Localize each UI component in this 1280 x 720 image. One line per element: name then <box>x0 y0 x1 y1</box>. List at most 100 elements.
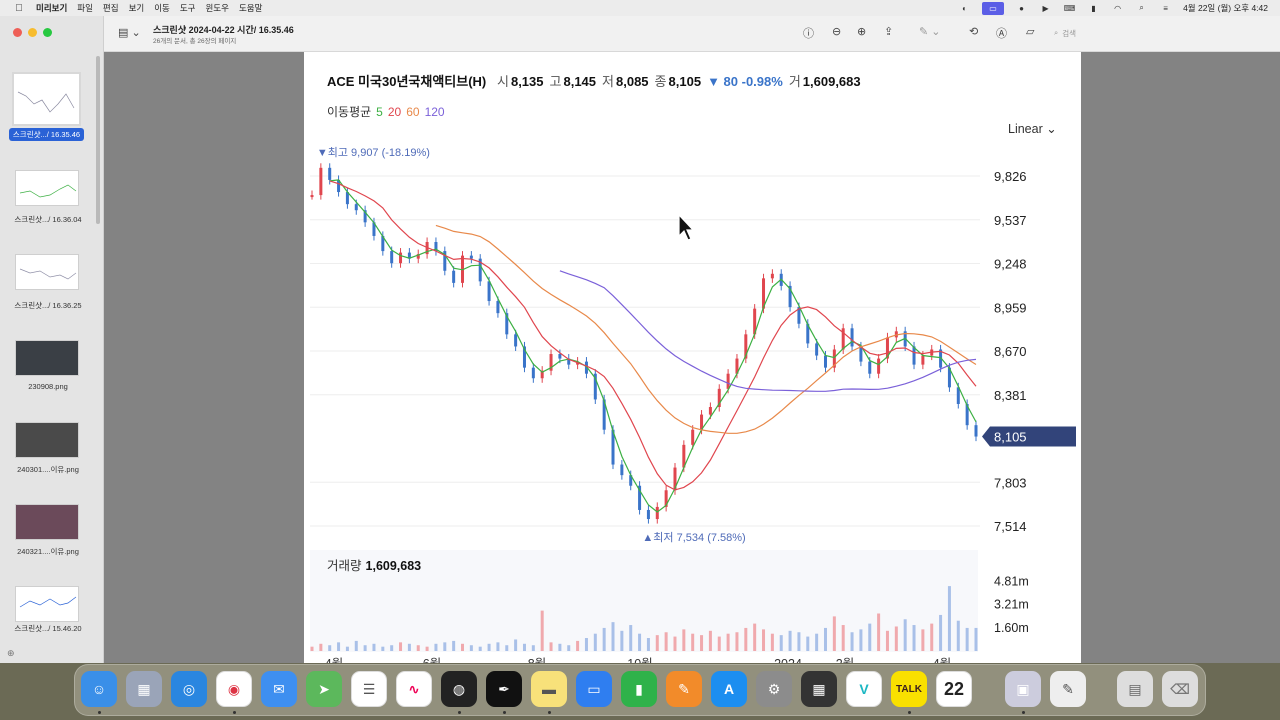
zoom-window-button[interactable] <box>43 28 52 37</box>
rotate-icon[interactable]: ⟲ <box>969 25 978 38</box>
finder-icon[interactable]: ☺ <box>81 671 117 707</box>
screen-share-icon[interactable]: ▭ <box>982 1 1005 15</box>
share-icon[interactable]: ⇪ <box>884 25 893 38</box>
zoom-out-icon[interactable]: ⊖ <box>832 25 841 38</box>
volume-bar <box>620 630 624 651</box>
menu-view[interactable]: 보기 <box>129 2 145 14</box>
volume-bar <box>885 630 889 651</box>
zoom-in-icon[interactable]: ⊕ <box>857 25 866 38</box>
notes-icon[interactable]: ▬ <box>531 671 567 707</box>
min-annotation: ▲최저 7,534 (7.58%) <box>642 531 745 544</box>
keyboard-icon[interactable]: ⌨ <box>1063 3 1076 13</box>
volume-bar <box>354 640 358 651</box>
markup-pen-icon[interactable]: ✎ ⌄ <box>919 25 941 38</box>
volume-bar <box>894 626 898 651</box>
maps-icon[interactable]: ➤ <box>306 671 342 707</box>
volume-bar <box>399 642 403 651</box>
volume-bar <box>593 633 597 651</box>
menu-edit[interactable]: 편집 <box>103 2 119 14</box>
close-window-button[interactable] <box>13 28 22 37</box>
status-app-icon[interactable]: ◐ <box>958 3 971 13</box>
obs-icon[interactable]: ◍ <box>441 671 477 707</box>
textedit-icon[interactable]: ✎ <box>1050 671 1086 707</box>
app-store-icon[interactable]: A <box>711 671 747 707</box>
open-label: 시 <box>497 74 509 89</box>
markup-toolbar-icon[interactable]: ▱ <box>1026 25 1034 38</box>
volume-bar <box>567 645 571 651</box>
low-label: 저 <box>602 74 614 89</box>
candle-body <box>921 355 925 365</box>
volume-bar <box>877 613 881 651</box>
thumbnail-image <box>15 586 79 622</box>
mail-icon[interactable]: ✉ <box>261 671 297 707</box>
numbers-icon[interactable]: ▮ <box>621 671 657 707</box>
volume-bar <box>469 645 473 651</box>
menu-window[interactable]: 윈도우 <box>205 2 228 14</box>
safari-icon[interactable]: ◎ <box>171 671 207 707</box>
search-field[interactable]: ⌕ 검색 <box>1054 26 1174 40</box>
candle-body <box>496 301 500 314</box>
thumbnail-label: 스크린샷.../ 16.35.46 <box>9 128 84 141</box>
kakaotalk-icon[interactable]: TALK <box>891 671 927 707</box>
volume-bar <box>947 586 951 651</box>
volume-bar <box>770 633 774 651</box>
sidebar-toggle-icon[interactable]: ▤ ⌄ <box>118 26 141 39</box>
menu-go[interactable]: 이동 <box>154 2 170 14</box>
volume-bar <box>522 643 526 651</box>
sidebar-scrollbar[interactable] <box>96 56 100 224</box>
menu-file[interactable]: 파일 <box>77 2 93 14</box>
app-menu[interactable]: 미리보기 <box>36 2 67 14</box>
document-subtitle: 26개의 문서, 총 26장의 페이지 <box>153 38 237 45</box>
volume-bar <box>673 636 677 651</box>
menubar-clock[interactable]: 4월 22일 (월) 오후 4:42 <box>1183 2 1268 14</box>
spotlight-icon[interactable]: ⌕ <box>1135 3 1148 13</box>
system-settings-icon[interactable]: ⚙ <box>756 671 792 707</box>
volume-bar <box>549 642 553 651</box>
vectornator-icon[interactable]: ✒ <box>486 671 522 707</box>
control-center-icon[interactable]: ≡ <box>1159 3 1172 13</box>
wifi-icon[interactable]: ◠ <box>1111 3 1124 13</box>
record-icon[interactable]: ● <box>1015 3 1028 13</box>
volume-bar <box>788 630 792 651</box>
volume-bar <box>691 633 695 651</box>
menu-tools[interactable]: 도구 <box>180 2 196 14</box>
apple-menu-icon[interactable]:  <box>12 3 26 14</box>
ma-legend-item: 20 <box>388 105 402 119</box>
minimize-window-button[interactable] <box>28 28 37 37</box>
info-icon[interactable]: ⓘ <box>803 25 814 41</box>
freeform-icon[interactable]: ∿ <box>396 671 432 707</box>
moving-average-line <box>559 270 977 392</box>
calendar-icon[interactable]: 22 <box>936 671 972 707</box>
volume-bar <box>478 646 482 651</box>
trash-icon[interactable]: ⌫ <box>1162 671 1198 707</box>
preview-app-icon[interactable]: ▣ <box>1005 671 1041 707</box>
reminders-icon[interactable]: ☰ <box>351 671 387 707</box>
pages-icon[interactable]: ✎ <box>666 671 702 707</box>
vllo-icon[interactable]: V <box>846 671 882 707</box>
candle-body <box>770 273 774 279</box>
y-tick-label: 8,381 <box>994 388 1027 403</box>
volume-bar <box>407 643 411 651</box>
thumbnail-label: 스크린샷.../ 16.36.04 <box>14 215 82 224</box>
menu-help[interactable]: 도움말 <box>239 2 262 14</box>
calculator-icon[interactable]: ▦ <box>801 671 837 707</box>
y-tick-label: 7,803 <box>994 475 1027 490</box>
add-icon[interactable]: ⊕ <box>7 648 15 659</box>
volume-bar <box>797 632 801 651</box>
running-indicator <box>503 711 506 714</box>
volume-bar <box>806 636 810 651</box>
downloads-folder-icon[interactable]: ▤ <box>1117 671 1153 707</box>
battery-icon[interactable]: ▮ <box>1087 3 1100 13</box>
volume-short-label: 거 <box>789 74 801 89</box>
thumbnail-image <box>15 254 79 290</box>
highlight-icon[interactable]: Ⓐ <box>996 25 1007 41</box>
keynote-icon[interactable]: ▭ <box>576 671 612 707</box>
chrome-icon[interactable]: ◉ <box>216 671 252 707</box>
play-icon[interactable]: ▶ <box>1039 3 1052 13</box>
launchpad-icon[interactable]: ▦ <box>126 671 162 707</box>
volume-bar <box>416 645 420 651</box>
max-annotation: ▼최고 9,907 (-18.19%) <box>317 146 430 159</box>
volume-tick-label: 1.60m <box>994 621 1029 635</box>
document-page[interactable]: ACE 미국30년국채액티브(H) 시 8,135 고 8,145 저 8,085 종 8,10… <box>304 52 1081 663</box>
open-value: 8,135 <box>511 74 544 89</box>
